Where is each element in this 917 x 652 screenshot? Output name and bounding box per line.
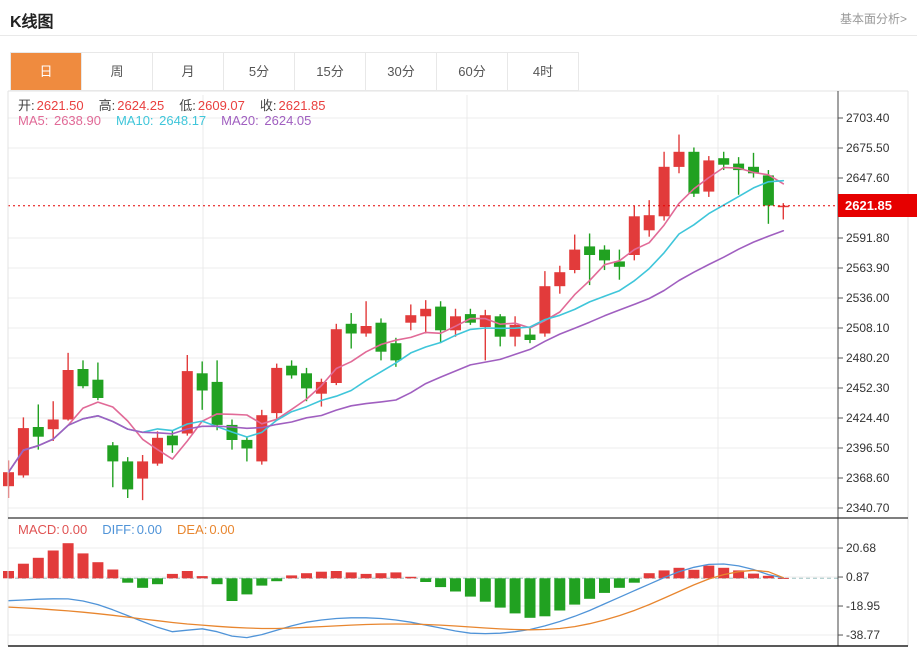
svg-text:-38.77: -38.77 bbox=[846, 628, 880, 642]
ma10-value: MA10: 2648.17 bbox=[115, 113, 207, 128]
svg-text:2703.40: 2703.40 bbox=[846, 111, 890, 125]
ma20-value: MA20: 2624.05 bbox=[221, 113, 312, 128]
price-pane bbox=[3, 134, 838, 501]
tab-day[interactable]: 日 bbox=[11, 53, 82, 90]
tab-m15[interactable]: 15分 bbox=[295, 53, 366, 90]
macd-value: MACD: 0.00 bbox=[18, 522, 88, 537]
macd-histogram bbox=[3, 543, 789, 618]
close-value: 收: 2621.85 bbox=[259, 98, 326, 113]
high-value: 高: 2624.25 bbox=[98, 98, 165, 113]
svg-text:2480.20: 2480.20 bbox=[846, 351, 890, 365]
svg-text:2675.50: 2675.50 bbox=[846, 141, 890, 155]
svg-text:2563.90: 2563.90 bbox=[846, 261, 890, 275]
tab-month[interactable]: 月 bbox=[153, 53, 224, 90]
candlestick-series bbox=[3, 134, 789, 501]
svg-text:2396.50: 2396.50 bbox=[846, 441, 890, 455]
tab-m5[interactable]: 5分 bbox=[224, 53, 295, 90]
svg-text:-18.95: -18.95 bbox=[846, 599, 880, 613]
svg-text:2424.40: 2424.40 bbox=[846, 411, 890, 425]
svg-text:2340.70: 2340.70 bbox=[846, 501, 890, 515]
tab-h4[interactable]: 4时 bbox=[508, 53, 578, 90]
dea-value: DEA: 0.00 bbox=[177, 522, 235, 537]
macd-pane bbox=[3, 543, 838, 639]
svg-text:2591.80: 2591.80 bbox=[846, 231, 890, 245]
tab-m30[interactable]: 30分 bbox=[366, 53, 437, 90]
ma5-value: MA5: 2638.90 bbox=[18, 113, 101, 128]
tab-week[interactable]: 周 bbox=[82, 53, 153, 90]
macd-legend: MACD: 0.00 DIFF: 0.00 DEA: 0.00 bbox=[18, 522, 235, 537]
svg-text:2368.60: 2368.60 bbox=[846, 471, 890, 485]
svg-text:2508.10: 2508.10 bbox=[846, 321, 890, 335]
svg-text:2536.00: 2536.00 bbox=[846, 291, 890, 305]
svg-text:20.68: 20.68 bbox=[846, 541, 876, 555]
svg-text:0.87: 0.87 bbox=[846, 570, 870, 584]
chart-borders bbox=[7, 90, 909, 647]
current-price-badge: 2621.85 bbox=[838, 194, 917, 218]
timeframe-tabs: 日周月 5分 15分 30分 60分 4时 bbox=[10, 52, 579, 91]
open-value: 开: 2621.50 bbox=[18, 98, 84, 113]
svg-text:2647.60: 2647.60 bbox=[846, 171, 890, 185]
y-axis-labels: 2703.40 2675.50 2647.60 2591.80 2563.90 2536.… bbox=[838, 111, 890, 642]
svg-text:2452.30: 2452.30 bbox=[846, 381, 890, 395]
ma-legend: MA5: 2638.90 MA10: 2648.17 MA20: 2624.05 bbox=[18, 113, 311, 128]
ohlc-legend: 开: 2621.50 高: 2624.25 低: 2609.07 收: 2621.85 bbox=[18, 95, 326, 114]
tab-m60[interactable]: 60分 bbox=[437, 53, 508, 90]
diff-value: DIFF: 0.00 bbox=[102, 522, 163, 537]
low-value: 低: 2609.07 bbox=[179, 98, 245, 113]
